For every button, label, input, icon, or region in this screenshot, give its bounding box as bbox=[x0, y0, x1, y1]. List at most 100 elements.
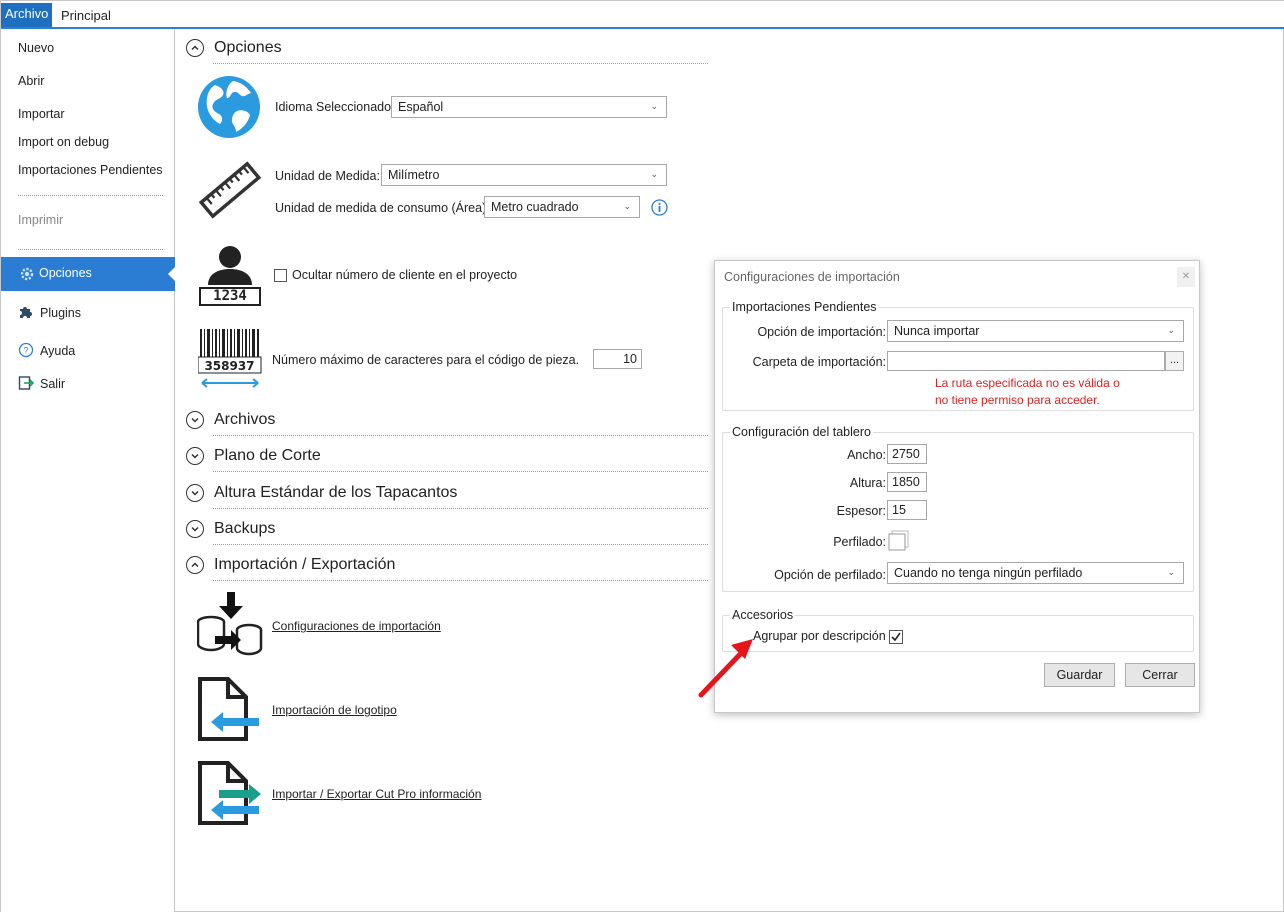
section-title: Archivos bbox=[214, 411, 276, 428]
sidebar-item-print[interactable]: Imprimir bbox=[18, 213, 63, 227]
profile-option-label: Opción de perfilado: bbox=[774, 568, 886, 582]
language-label: Idioma Seleccionado: bbox=[275, 100, 395, 114]
chevron-down-icon bbox=[186, 447, 204, 465]
sidebar-item-label: Ayuda bbox=[40, 344, 76, 358]
section-title: Opciones bbox=[214, 39, 282, 56]
pending-imports-group: Importaciones Pendientes Opción de impor… bbox=[722, 300, 1194, 411]
chevron-up-icon bbox=[186, 39, 204, 57]
active-notch bbox=[168, 266, 176, 282]
max-chars-input[interactable]: 10 bbox=[593, 349, 642, 369]
browse-button[interactable]: ... bbox=[1165, 351, 1184, 371]
sidebar-item-open[interactable]: Abrir bbox=[18, 74, 44, 88]
sidebar-item-help[interactable]: ? Ayuda bbox=[18, 342, 75, 360]
close-icon[interactable]: ✕ bbox=[1177, 267, 1195, 287]
client-number: 1234 bbox=[213, 288, 247, 304]
info-icon[interactable] bbox=[651, 199, 668, 219]
hide-client-label: Ocultar número de cliente en el proyecto bbox=[292, 268, 518, 282]
import-option-label: Opción de importación: bbox=[757, 325, 886, 339]
client-icon: 1234 bbox=[198, 245, 264, 307]
section-title: Altura Estándar de los Tapacantos bbox=[214, 484, 458, 501]
section-divider bbox=[213, 471, 708, 472]
database-import-icon bbox=[196, 592, 263, 659]
import-folder-label: Carpeta de importación: bbox=[752, 355, 886, 369]
group-title: Configuración del tablero bbox=[730, 425, 873, 439]
max-chars-label: Número máximo de caracteres para el códi… bbox=[272, 353, 580, 367]
section-backups-header[interactable]: Backups bbox=[186, 520, 275, 538]
section-divider bbox=[213, 435, 708, 436]
profiled-label: Perfilado: bbox=[833, 535, 886, 549]
section-title: Importación / Exportación bbox=[214, 556, 396, 573]
tab-principal[interactable]: Principal bbox=[53, 5, 119, 27]
width-label: Ancho: bbox=[847, 448, 886, 462]
dialog-title: Configuraciones de importación bbox=[724, 270, 900, 284]
checkmark-icon bbox=[891, 632, 901, 642]
section-import-export-header[interactable]: Importación / Exportación bbox=[186, 556, 395, 574]
section-files-header[interactable]: Archivos bbox=[186, 411, 275, 429]
section-divider bbox=[213, 544, 708, 545]
sidebar-item-options[interactable]: Opciones bbox=[1, 257, 176, 291]
height-label: Altura: bbox=[849, 476, 886, 490]
width-input[interactable]: 2750 bbox=[887, 444, 927, 464]
sidebar-item-exit[interactable]: Salir bbox=[18, 375, 65, 393]
hide-client-checkbox[interactable] bbox=[274, 269, 287, 282]
cutpro-import-export-icon bbox=[197, 760, 263, 829]
group-by-label: Agrupar por descripción bbox=[753, 629, 886, 643]
cutpro-link[interactable]: Importar / Exportar Cut Pro información bbox=[272, 787, 481, 801]
section-options-header[interactable]: Opciones bbox=[186, 39, 282, 57]
chevron-down-icon bbox=[186, 484, 204, 502]
unit-label: Unidad de Medida: bbox=[275, 169, 380, 183]
sidebar-divider bbox=[18, 195, 163, 196]
annotation-arrow-icon bbox=[695, 631, 759, 704]
profile-square-icon[interactable] bbox=[888, 530, 910, 555]
area-unit-label: Unidad de medida de consumo (Área): bbox=[275, 201, 490, 215]
help-icon: ? bbox=[18, 342, 34, 361]
language-select[interactable]: Español ⌄ bbox=[391, 96, 667, 118]
profile-option-select[interactable]: Cuando no tenga ningún perfilado ⌄ bbox=[887, 562, 1184, 584]
sidebar-item-plugins[interactable]: Plugins bbox=[18, 304, 81, 322]
svg-text:?: ? bbox=[23, 345, 28, 355]
gear-icon bbox=[19, 266, 35, 282]
section-divider bbox=[213, 63, 708, 64]
chevron-down-icon bbox=[186, 411, 204, 429]
section-title: Backups bbox=[214, 520, 276, 537]
sidebar-divider bbox=[18, 249, 163, 250]
sidebar-item-import[interactable]: Importar bbox=[18, 107, 65, 121]
sidebar: Nuevo Abrir Importar Import on debug Imp… bbox=[1, 29, 176, 912]
sidebar-item-new[interactable]: Nuevo bbox=[18, 41, 54, 55]
section-cut-plan-header[interactable]: Plano de Corte bbox=[186, 447, 321, 465]
sidebar-item-pending-imports[interactable]: Importaciones Pendientes bbox=[18, 163, 163, 177]
import-config-link[interactable]: Configuraciones de importación bbox=[272, 619, 441, 633]
area-unit-select[interactable]: Metro cuadrado ⌄ bbox=[484, 196, 640, 218]
app-window: Archivo Principal Nuevo Abrir Importar I… bbox=[0, 0, 1284, 912]
chevron-down-icon: ⌄ bbox=[650, 169, 658, 179]
profile-option-value: Cuando no tenga ningún perfilado bbox=[894, 566, 1083, 580]
tab-archivo[interactable]: Archivo bbox=[1, 3, 53, 27]
thickness-input[interactable]: 15 bbox=[887, 500, 927, 520]
globe-icon bbox=[197, 75, 261, 142]
import-option-select[interactable]: Nunca importar ⌄ bbox=[887, 320, 1184, 342]
unit-select[interactable]: Milímetro ⌄ bbox=[381, 164, 667, 186]
group-title: Importaciones Pendientes bbox=[730, 300, 879, 314]
group-by-checkbox[interactable] bbox=[889, 630, 903, 644]
import-option-value: Nunca importar bbox=[894, 324, 980, 338]
section-divider bbox=[213, 508, 708, 509]
exit-icon bbox=[18, 375, 35, 394]
section-title: Plano de Corte bbox=[214, 447, 321, 464]
close-button[interactable]: Cerrar bbox=[1125, 663, 1195, 687]
logo-import-link[interactable]: Importación de logotipo bbox=[272, 703, 397, 717]
section-edge-height-header[interactable]: Altura Estándar de los Tapacantos bbox=[186, 484, 457, 502]
board-config-group: Configuración del tablero Ancho: 2750 Al… bbox=[722, 425, 1194, 592]
logo-import-icon bbox=[197, 676, 263, 745]
save-button[interactable]: Guardar bbox=[1044, 663, 1115, 687]
sidebar-item-import-debug[interactable]: Import on debug bbox=[18, 135, 109, 149]
area-unit-select-value: Metro cuadrado bbox=[491, 200, 579, 214]
puzzle-icon bbox=[18, 304, 34, 323]
chevron-down-icon bbox=[186, 520, 204, 538]
chevron-down-icon: ⌄ bbox=[1167, 567, 1175, 577]
height-input[interactable]: 1850 bbox=[887, 472, 927, 492]
sidebar-item-label: Plugins bbox=[40, 306, 81, 320]
import-settings-dialog: Configuraciones de importación ✕ Importa… bbox=[714, 260, 1200, 713]
import-folder-input[interactable] bbox=[887, 351, 1165, 371]
language-select-value: Español bbox=[398, 100, 444, 114]
ribbon-tabs: Archivo Principal bbox=[1, 1, 1284, 29]
